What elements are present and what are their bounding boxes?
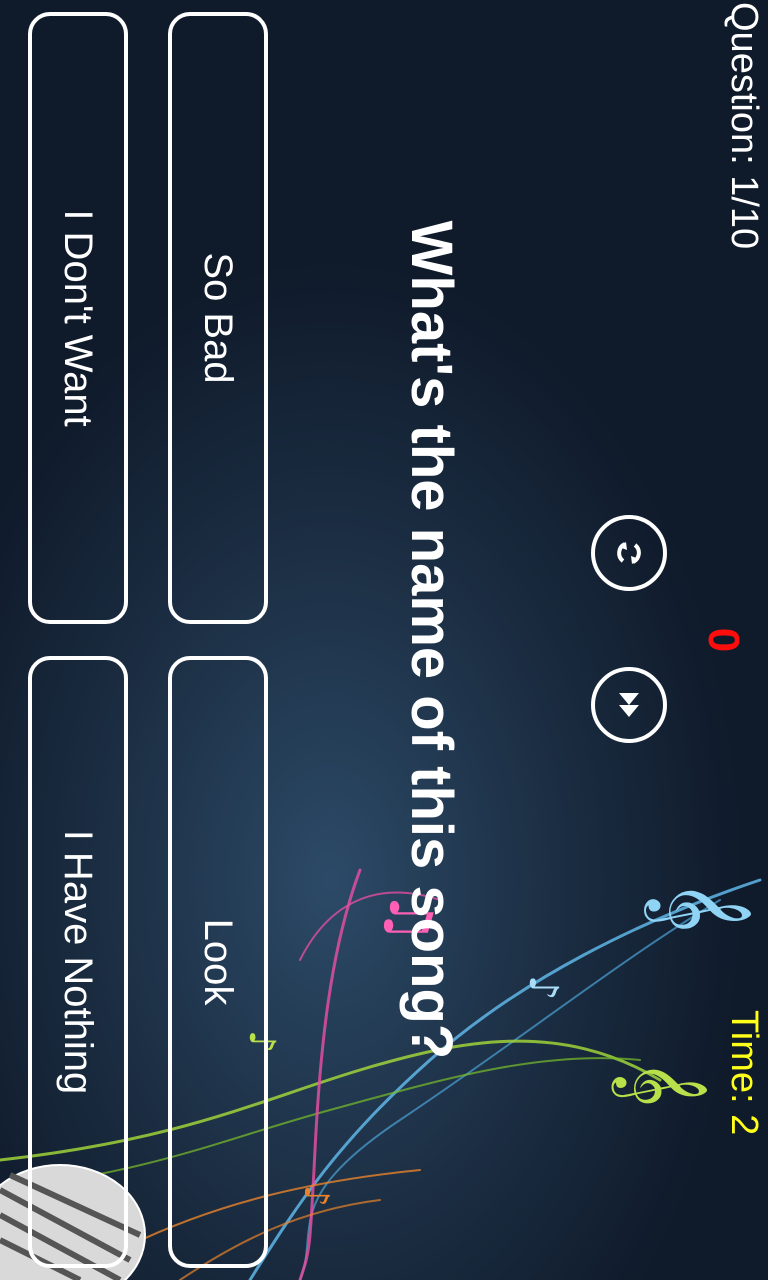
skip-button[interactable] <box>591 667 667 743</box>
question-counter: Question: 1/10 <box>723 2 765 250</box>
game-screen: 𝄞 𝄞 ♫ ♪ ♪ ♪ Question: 1/10 Time: 2 0 Wha… <box>0 0 768 1280</box>
answer-button-4[interactable]: I Have Nothing <box>28 656 128 1268</box>
answer-button-3[interactable]: I Don't Want <box>28 12 128 624</box>
replay-button[interactable] <box>591 515 667 591</box>
timer-label: Time: 2 <box>723 1010 765 1136</box>
replay-icon <box>617 542 641 564</box>
game-stage: Question: 1/10 Time: 2 0 What's the name… <box>0 0 768 1280</box>
fast-forward-icon <box>619 693 639 717</box>
answer-button-1[interactable]: So Bad <box>168 12 268 624</box>
score-counter: 0 <box>699 627 748 653</box>
question-text: What's the name of this song? <box>399 220 464 1060</box>
answer-button-2[interactable]: Look <box>168 656 268 1268</box>
